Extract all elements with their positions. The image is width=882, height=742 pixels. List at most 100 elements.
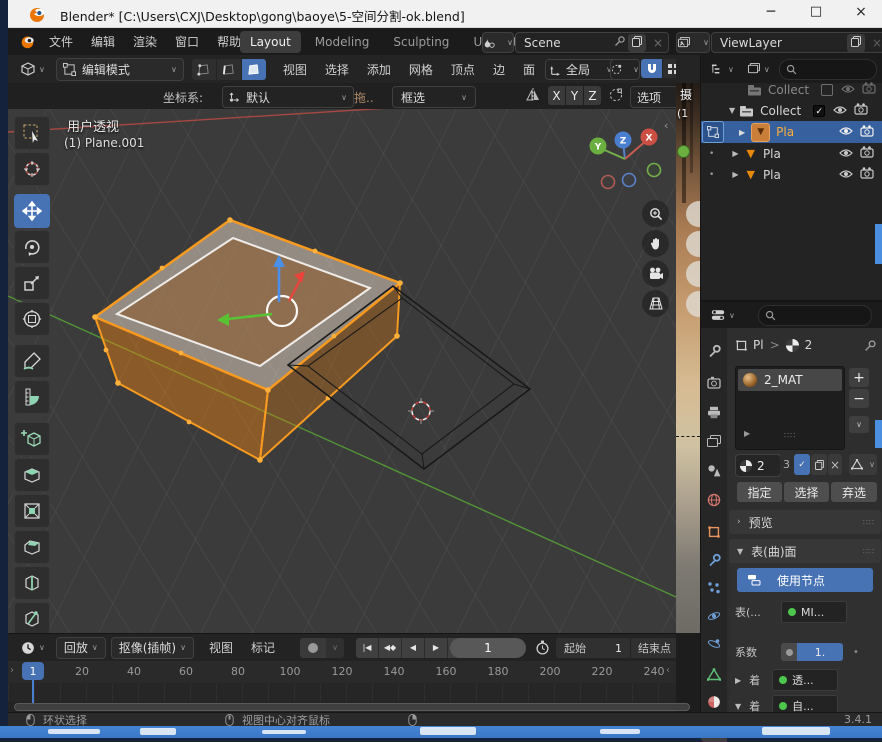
mirror-z-button[interactable]: Z [584,86,601,105]
collection-checkbox-unchecked[interactable] [821,84,833,96]
options-dropdown[interactable]: 选项 ∨ [630,86,676,108]
workspace-tab-layout[interactable]: Layout [240,31,301,53]
panel-grip[interactable]: ∷∷ [863,518,875,527]
node-browse-dropdown[interactable]: ∨ [849,454,877,475]
remove-material-slot-button[interactable]: − [849,389,869,408]
workspace-tab-sculpting[interactable]: Sculpting [383,31,459,53]
jump-to-start-button[interactable]: |◀ [356,638,379,658]
factor-value-field[interactable]: 1. [797,643,843,661]
menu-file[interactable]: 文件 [40,33,82,50]
new-scene-button[interactable] [628,34,646,52]
use-nodes-button[interactable]: 使用节点 [737,568,873,592]
tool-rotate[interactable] [14,230,50,264]
decorator-dot-icon[interactable]: • [853,647,859,658]
pivot-point-dropdown[interactable]: ∨ [610,59,640,80]
mode-dropdown[interactable]: 编辑模式 ∨ [56,58,184,81]
tool-knife[interactable] [14,602,50,633]
workspace-tab-modeling[interactable]: Modeling [305,31,380,53]
new-viewlayer-button[interactable] [847,34,865,52]
menu-window[interactable]: 窗口 [166,33,208,50]
secondary-viewport[interactable]: 摄 (1 [676,55,700,633]
collapse-triangle-icon[interactable]: ▼ [735,702,741,711]
camera-render-icon[interactable] [860,125,874,140]
menu-add[interactable]: 添加 [358,61,400,78]
tab-object[interactable] [707,525,721,542]
play-reverse-button[interactable]: ◀ [402,638,425,658]
zoom-view-button[interactable] [642,200,669,227]
add-material-slot-button[interactable]: + [849,368,869,387]
camera-render-icon[interactable] [854,103,868,118]
auto-keying-button[interactable] [300,638,326,658]
tab-physics[interactable] [707,609,721,626]
timeline-editor-type-button[interactable]: ∨ [16,637,50,659]
mirror-y-button[interactable]: Y [566,86,583,105]
panel-grip[interactable]: ∷∷ [863,547,875,556]
tab-view-layer[interactable] [707,435,721,451]
select-mode-vertex-button[interactable] [192,59,216,80]
slot-specials-dropdown[interactable]: ∨ [849,416,869,433]
eye-icon[interactable] [839,168,853,182]
transform-orientation-dropdown[interactable]: 全局 ∨ [545,59,617,80]
material-slot-active[interactable]: 2_MAT [738,369,842,391]
tool-extrude[interactable] [14,458,50,492]
region-collapse-icon[interactable]: ‹ [664,119,668,132]
play-button[interactable]: ▶ [425,638,448,658]
remove-viewlayer-icon[interactable]: × [867,36,882,50]
pan-view-button[interactable] [642,230,669,257]
menu-view[interactable]: 视图 [274,61,316,78]
select-mode-face-button[interactable] [242,59,266,80]
select-mode-edge-button[interactable] [217,59,241,80]
menu-face[interactable]: 面 [514,61,544,78]
ruler-pan-right-icon[interactable]: ‹ [666,665,670,676]
material-browse-field[interactable]: 2 [735,454,781,477]
menu-edit[interactable]: 编辑 [82,33,124,50]
scene-type-dropdown[interactable]: ∨ [482,32,514,53]
toggle-ortho-button[interactable] [642,290,669,317]
outliner-filter-dropdown[interactable]: ∨ [742,58,775,80]
maximize-button[interactable]: □ [801,4,831,19]
collection-checkbox-checked[interactable]: ✓ [813,105,825,117]
surface-shader-dropdown[interactable]: MI... [781,601,847,623]
unlink-material-button[interactable]: × [828,454,842,475]
select-button[interactable]: 选择 [784,482,829,502]
preview-panel-header[interactable]: › 预览 ∷∷ [729,510,881,534]
fake-user-shield-button[interactable]: ✓ [794,454,810,475]
scene-selector[interactable]: Scene × [515,32,669,53]
menu-render[interactable]: 渲染 [124,33,166,50]
camera-render-icon[interactable] [860,146,874,161]
eye-icon[interactable] [839,147,853,161]
tool-select-box[interactable] [14,116,50,150]
eye-icon[interactable] [833,104,847,118]
tab-particles[interactable] [707,581,721,598]
material-users-count[interactable]: 3 [780,454,793,475]
camera-render-icon[interactable] [860,167,874,182]
timeline-ruler[interactable]: 20 40 60 80 100 120 140 160 180 200 220 … [8,661,676,683]
minimize-button[interactable]: ─ [756,4,786,20]
slot-list-expand-icon[interactable]: ▶ [744,429,750,438]
stopwatch-icon[interactable] [535,640,550,655]
outliner-row-object-selected[interactable]: ▶ ▼ Pla [701,121,882,143]
timeline-view-menu[interactable]: 视图 [200,639,242,656]
outliner-display-mode-dropdown[interactable]: ∨ [706,58,739,80]
properties-editor-type-dropdown[interactable]: ∨ [706,304,740,326]
tab-scene[interactable] [707,464,721,480]
outliner-search-input[interactable] [779,59,877,80]
tool-add-cube[interactable] [14,422,50,456]
keying-set-dropdown[interactable]: ∨ [326,638,344,658]
deselect-button[interactable]: 弃选 [831,482,877,502]
shader-row-1-dropdown[interactable]: 透... [772,669,838,691]
tool-annotate[interactable] [14,344,50,378]
frame-end-field[interactable]: 结束点 [631,638,676,658]
properties-search-input[interactable] [758,305,872,326]
factor-socket[interactable] [781,643,797,661]
expand-triangle-icon[interactable]: ▶ [739,128,745,137]
editor-type-button[interactable]: ∨ [16,58,50,80]
keying-menu[interactable]: 抠像(插帧) ∨ [111,637,194,659]
viewlayer-type-dropdown[interactable]: ∨ [676,32,710,53]
expand-triangle-icon[interactable]: ▼ [729,106,735,115]
tool-cursor[interactable] [14,152,50,186]
pin-icon[interactable] [614,35,626,50]
unlink-scene-icon[interactable]: × [648,36,668,50]
object-icon[interactable] [735,339,748,352]
close-button[interactable]: × [846,4,876,20]
